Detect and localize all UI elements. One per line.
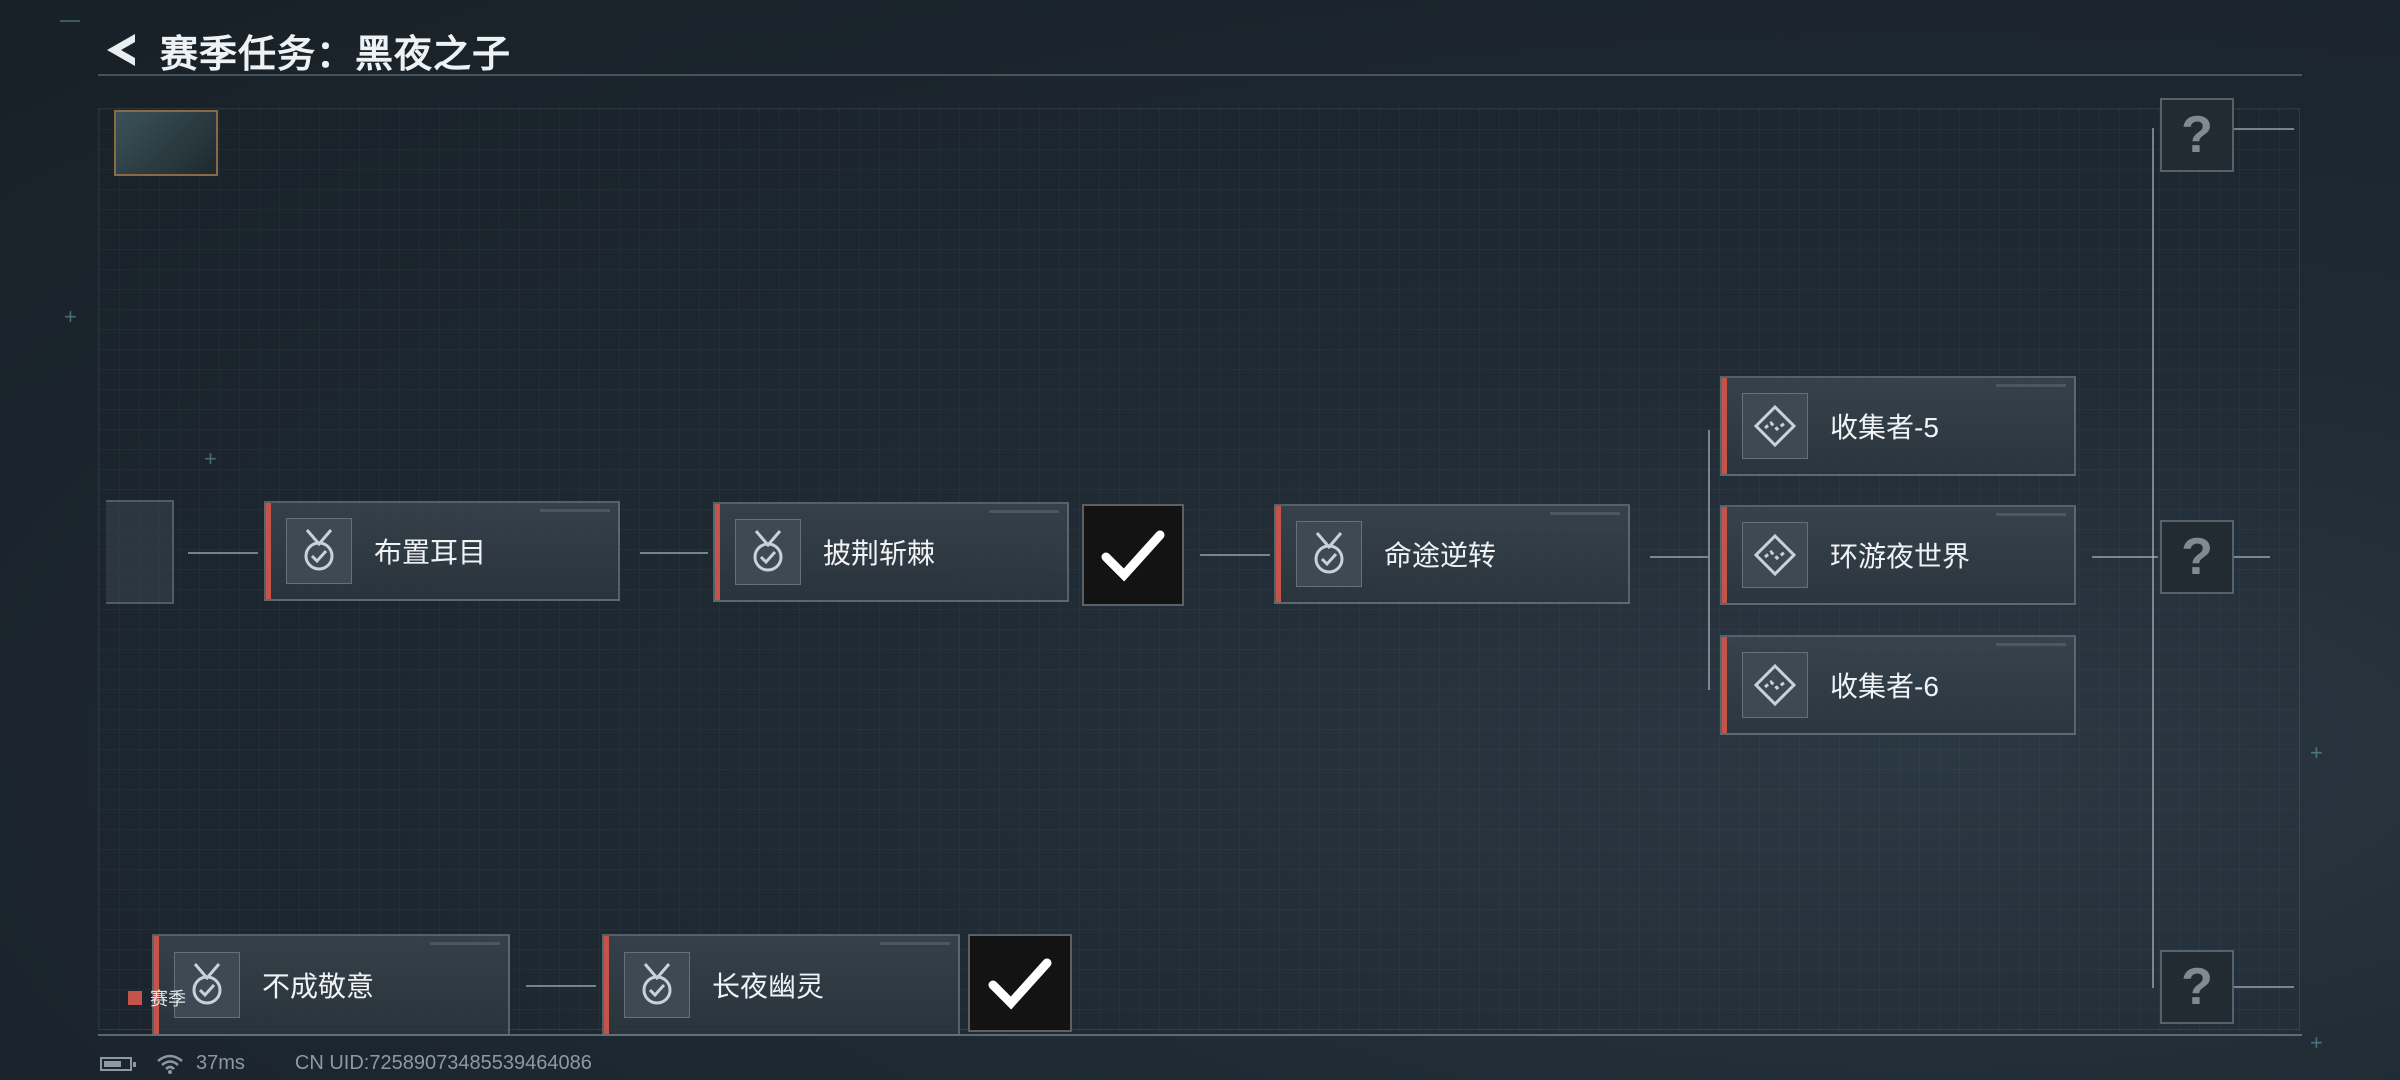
medal-check-icon [735, 519, 801, 585]
connector [2234, 556, 2270, 558]
locked-quest-node[interactable]: ? [2160, 520, 2234, 594]
quest-label: 收集者-5 [1830, 412, 1939, 443]
node-accent-bar [266, 503, 271, 599]
hud-plus: + [204, 446, 217, 471]
page-header: 赛季任务：黑夜之子 [98, 22, 511, 78]
node-accent-bar [1722, 637, 1727, 733]
page-title: 赛季任务：黑夜之子 [160, 33, 512, 76]
connector [2092, 556, 2158, 558]
connector [1650, 556, 1708, 558]
uid-text: CN UID:725890734855394640​86 [294, 1052, 592, 1074]
hud-plus: + [2310, 1030, 2323, 1055]
connector [2234, 986, 2294, 988]
node-tab-decoration [430, 942, 500, 945]
node-accent-bar [604, 936, 609, 1034]
locked-quest-node[interactable]: ? [2160, 950, 2234, 1024]
status-bar: 37ms CN UID:725890734855394640​86 [100, 1052, 592, 1075]
node-tab-decoration [880, 942, 950, 945]
reward-claimed-box[interactable] [968, 934, 1072, 1032]
quest-node-huan-you-ye-shi-jie[interactable]: 环游夜世界 [1720, 505, 2076, 605]
back-arrow-icon [107, 34, 135, 66]
diamond-route-icon [1742, 652, 1808, 718]
ping-text: 37ms [196, 1052, 245, 1074]
back-button[interactable] [98, 27, 144, 73]
connector [1200, 554, 1270, 556]
quest-node-collector-6[interactable]: 收集者-6 [1720, 635, 2076, 735]
node-tab-decoration [1996, 643, 2066, 646]
quest-label: 披荆斩棘 [823, 538, 936, 569]
medal-check-icon [1296, 521, 1362, 587]
medal-check-icon [286, 518, 352, 584]
quest-node-chang-ye-you-ling[interactable]: 长夜幽灵 [602, 934, 960, 1036]
quest-node-ming-tu-ni-zhuan[interactable]: 命途逆转 [1274, 504, 1630, 604]
season-tag: 赛季 [128, 985, 186, 1011]
season-color-square [128, 991, 142, 1005]
node-accent-bar [715, 504, 720, 600]
check-icon [1101, 530, 1165, 582]
connector [640, 552, 708, 554]
node-accent-bar [1722, 378, 1727, 474]
node-accent-bar [1722, 507, 1727, 603]
check-icon [988, 958, 1052, 1010]
quest-node-pi-jing-zhan-ji[interactable]: 披荆斩棘 [713, 502, 1069, 602]
node-tab-decoration [1996, 513, 2066, 516]
quest-label: 布置耳目 [374, 537, 487, 568]
quest-label: 收集者-6 [1830, 671, 1939, 702]
hud-plus: + [2310, 740, 2323, 765]
diamond-route-icon [1742, 522, 1808, 588]
reward-claimed-box[interactable] [1082, 504, 1184, 606]
branch-connector [1708, 430, 1710, 690]
hud-corner [60, 20, 80, 22]
node-tab-decoration [989, 510, 1059, 513]
battery-icon [100, 1056, 136, 1071]
quest-label: 长夜幽灵 [712, 971, 825, 1002]
locked-quest-node[interactable]: ? [2160, 98, 2234, 172]
right-spine-connector [2152, 128, 2154, 988]
connector [526, 985, 596, 987]
node-tab-decoration [1550, 512, 1620, 515]
quest-label: 命途逆转 [1384, 540, 1497, 571]
node-tab-decoration [1996, 384, 2066, 387]
quest-node-bu-cheng-jing-yi[interactable]: 不成敬意 [152, 934, 510, 1036]
connector [2234, 128, 2294, 130]
node-tab-decoration [540, 509, 610, 512]
wifi-icon [157, 1054, 183, 1074]
medal-check-icon [624, 952, 690, 1018]
season-tag-label: 赛季 [150, 989, 186, 1009]
hud-plus: + [64, 304, 77, 329]
quest-label: 不成敬意 [262, 971, 375, 1002]
previous-node-stub[interactable] [106, 500, 174, 604]
quest-node-bu-zhi-er-mu[interactable]: 布置耳目 [264, 501, 620, 601]
season-thumbnail [114, 110, 218, 176]
quest-node-collector-5[interactable]: 收集者-5 [1720, 376, 2076, 476]
connector [188, 552, 258, 554]
quest-label: 环游夜世界 [1830, 541, 1971, 572]
diamond-route-icon [1742, 393, 1808, 459]
node-accent-bar [1276, 506, 1281, 602]
